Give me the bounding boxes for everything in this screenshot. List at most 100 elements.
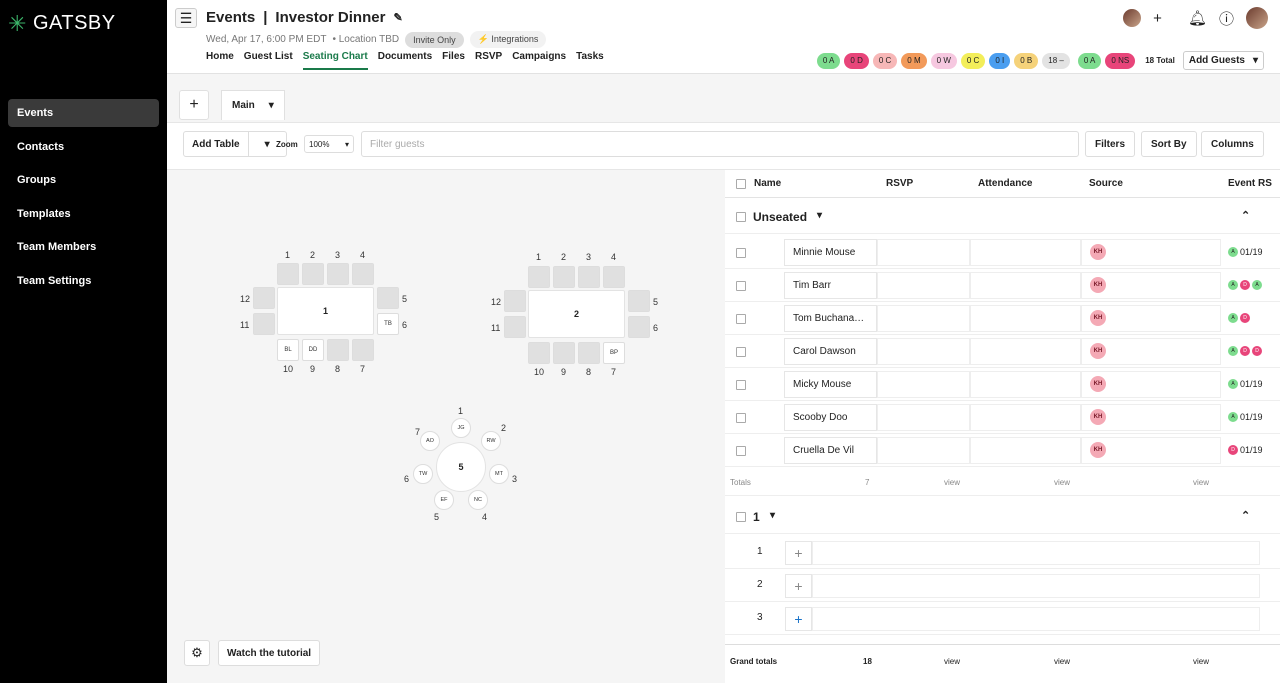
status-badge[interactable]: 0 A xyxy=(1077,52,1102,69)
view-link[interactable]: view xyxy=(1054,657,1070,666)
zoom-select[interactable]: 100% ▾ xyxy=(304,135,354,153)
add-guests-button[interactable]: Add Guests ▾ xyxy=(1182,51,1264,70)
guest-name[interactable]: Micky Mouse xyxy=(784,371,877,398)
row-checkbox[interactable] xyxy=(736,446,746,456)
select-all-checkbox[interactable] xyxy=(736,179,746,189)
attendance-cell[interactable] xyxy=(970,371,1081,398)
row-checkbox[interactable] xyxy=(736,281,746,291)
seat[interactable] xyxy=(277,263,299,285)
seat[interactable] xyxy=(327,263,349,285)
table-row[interactable]: Carol Dawson KH ADD xyxy=(725,335,1280,368)
seat[interactable] xyxy=(302,263,324,285)
add-icon[interactable]: + xyxy=(1153,10,1162,27)
status-badge[interactable]: 0 C xyxy=(960,52,986,69)
status-badge[interactable]: 18 – xyxy=(1042,52,1070,69)
tab-documents[interactable]: Documents xyxy=(378,51,432,70)
edit-pencil-icon[interactable]: ✎ xyxy=(393,11,402,24)
filter-guests-input[interactable]: Filter guests xyxy=(361,131,1079,157)
round-seat[interactable]: EF xyxy=(434,490,454,510)
status-badge[interactable]: 0 A xyxy=(816,52,841,69)
integrations-pill[interactable]: ⚡ Integrations xyxy=(469,31,547,48)
column-header-rsvp[interactable]: RSVP xyxy=(886,178,913,189)
round-seat[interactable]: RW xyxy=(481,431,501,451)
status-badge[interactable]: 0 I xyxy=(989,52,1011,69)
round-table-body[interactable]: 5 xyxy=(436,442,486,492)
table-row[interactable]: Tim Barr KH ADA xyxy=(725,269,1280,302)
seat[interactable] xyxy=(253,287,275,309)
user-avatar[interactable] xyxy=(1246,7,1268,29)
seat[interactable] xyxy=(504,290,526,312)
view-link[interactable]: view xyxy=(1193,657,1209,666)
view-link[interactable]: view xyxy=(944,478,960,487)
view-link[interactable]: view xyxy=(1054,478,1070,487)
seat[interactable] xyxy=(578,342,600,364)
group-checkbox[interactable] xyxy=(736,512,746,522)
add-guest-to-seat-icon[interactable]: + xyxy=(785,574,812,598)
seat[interactable] xyxy=(603,266,625,288)
tab-guest-list[interactable]: Guest List xyxy=(244,51,293,70)
attendance-cell[interactable] xyxy=(970,338,1081,365)
table-body[interactable]: 1 xyxy=(277,287,374,335)
seat[interactable] xyxy=(578,266,600,288)
sidebar-item-templates[interactable]: Templates xyxy=(8,200,159,228)
table-row[interactable]: Scooby Doo KH A 01/19 xyxy=(725,401,1280,434)
status-badge[interactable]: 0 NS xyxy=(1105,52,1136,69)
round-seat[interactable]: MT xyxy=(489,464,509,484)
view-link[interactable]: view xyxy=(944,657,960,666)
status-badge[interactable]: 0 C xyxy=(872,52,898,69)
tab-campaigns[interactable]: Campaigns xyxy=(512,51,566,70)
rsvp-cell[interactable] xyxy=(877,239,970,266)
sidebar-item-team-members[interactable]: Team Members xyxy=(8,233,159,261)
attendance-cell[interactable] xyxy=(970,305,1081,332)
table-1-group-header[interactable]: 1 ▾ ⌃ xyxy=(725,500,1280,534)
rsvp-cell[interactable] xyxy=(877,371,970,398)
table-row[interactable]: Micky Mouse KH A 01/19 xyxy=(725,368,1280,401)
row-checkbox[interactable] xyxy=(736,314,746,324)
seat-slot[interactable] xyxy=(812,574,1260,598)
seat[interactable] xyxy=(528,342,550,364)
collapse-icon[interactable]: ⌃ xyxy=(1241,509,1250,522)
watch-tutorial-button[interactable]: Watch the tutorial xyxy=(218,640,321,666)
seat[interactable]: TB xyxy=(377,313,399,335)
row-checkbox[interactable] xyxy=(736,380,746,390)
table-row[interactable]: Tom Buchana… KH AD xyxy=(725,302,1280,335)
add-table-button[interactable]: Add Table ▾ xyxy=(183,131,287,157)
collapse-icon[interactable]: ⌃ xyxy=(1241,209,1250,222)
guest-name[interactable]: Cruella De Vil xyxy=(784,437,877,464)
seat[interactable] xyxy=(553,342,575,364)
round-seat[interactable]: AO xyxy=(420,431,440,451)
seat[interactable] xyxy=(553,266,575,288)
seat[interactable]: BL xyxy=(277,339,299,361)
column-header-event-rsvp[interactable]: Event RS xyxy=(1228,178,1272,189)
guest-name[interactable]: Tim Barr xyxy=(784,272,877,299)
round-seat[interactable]: TW xyxy=(413,464,433,484)
tab-rsvp[interactable]: RSVP xyxy=(475,51,502,70)
settings-gear-icon[interactable]: ⚙ xyxy=(184,640,210,666)
rsvp-cell[interactable] xyxy=(877,437,970,464)
tab-main-layout[interactable]: Main ▾ xyxy=(221,90,285,120)
unseated-group-header[interactable]: Unseated ▾ ⌃ xyxy=(725,200,1280,234)
attendance-cell[interactable] xyxy=(970,272,1081,299)
collaborator-avatar[interactable] xyxy=(1123,9,1142,27)
seating-canvas[interactable]: 1 2 3 4 12 11 1 TB 5 6 BL DD 10 9 8 7 1 … xyxy=(179,170,725,683)
invite-only-pill[interactable]: Invite Only xyxy=(405,31,464,48)
add-layout-button[interactable]: + xyxy=(179,90,209,120)
seat[interactable] xyxy=(377,287,399,309)
add-guest-to-seat-icon[interactable]: + xyxy=(785,541,812,565)
table-row[interactable]: Cruella De Vil KH D 01/19 xyxy=(725,434,1280,467)
chevron-down-icon[interactable]: ▾ xyxy=(269,100,274,111)
chevron-down-icon[interactable]: ▾ xyxy=(817,210,822,221)
tab-files[interactable]: Files xyxy=(442,51,465,70)
row-checkbox[interactable] xyxy=(736,413,746,423)
seat[interactable] xyxy=(628,316,650,338)
row-checkbox[interactable] xyxy=(736,248,746,258)
seat[interactable] xyxy=(352,263,374,285)
gatsby-logo[interactable]: ✳ GATSBY xyxy=(8,12,116,35)
menu-icon[interactable]: ☰ xyxy=(175,8,197,28)
chevron-down-icon[interactable]: ▾ xyxy=(1253,55,1258,66)
seat[interactable]: DD xyxy=(302,339,324,361)
view-link[interactable]: view xyxy=(1193,478,1209,487)
tab-seating-chart[interactable]: Seating Chart xyxy=(302,51,368,70)
sidebar-item-groups[interactable]: Groups xyxy=(8,166,159,194)
chevron-down-icon[interactable]: ▾ xyxy=(770,510,775,521)
